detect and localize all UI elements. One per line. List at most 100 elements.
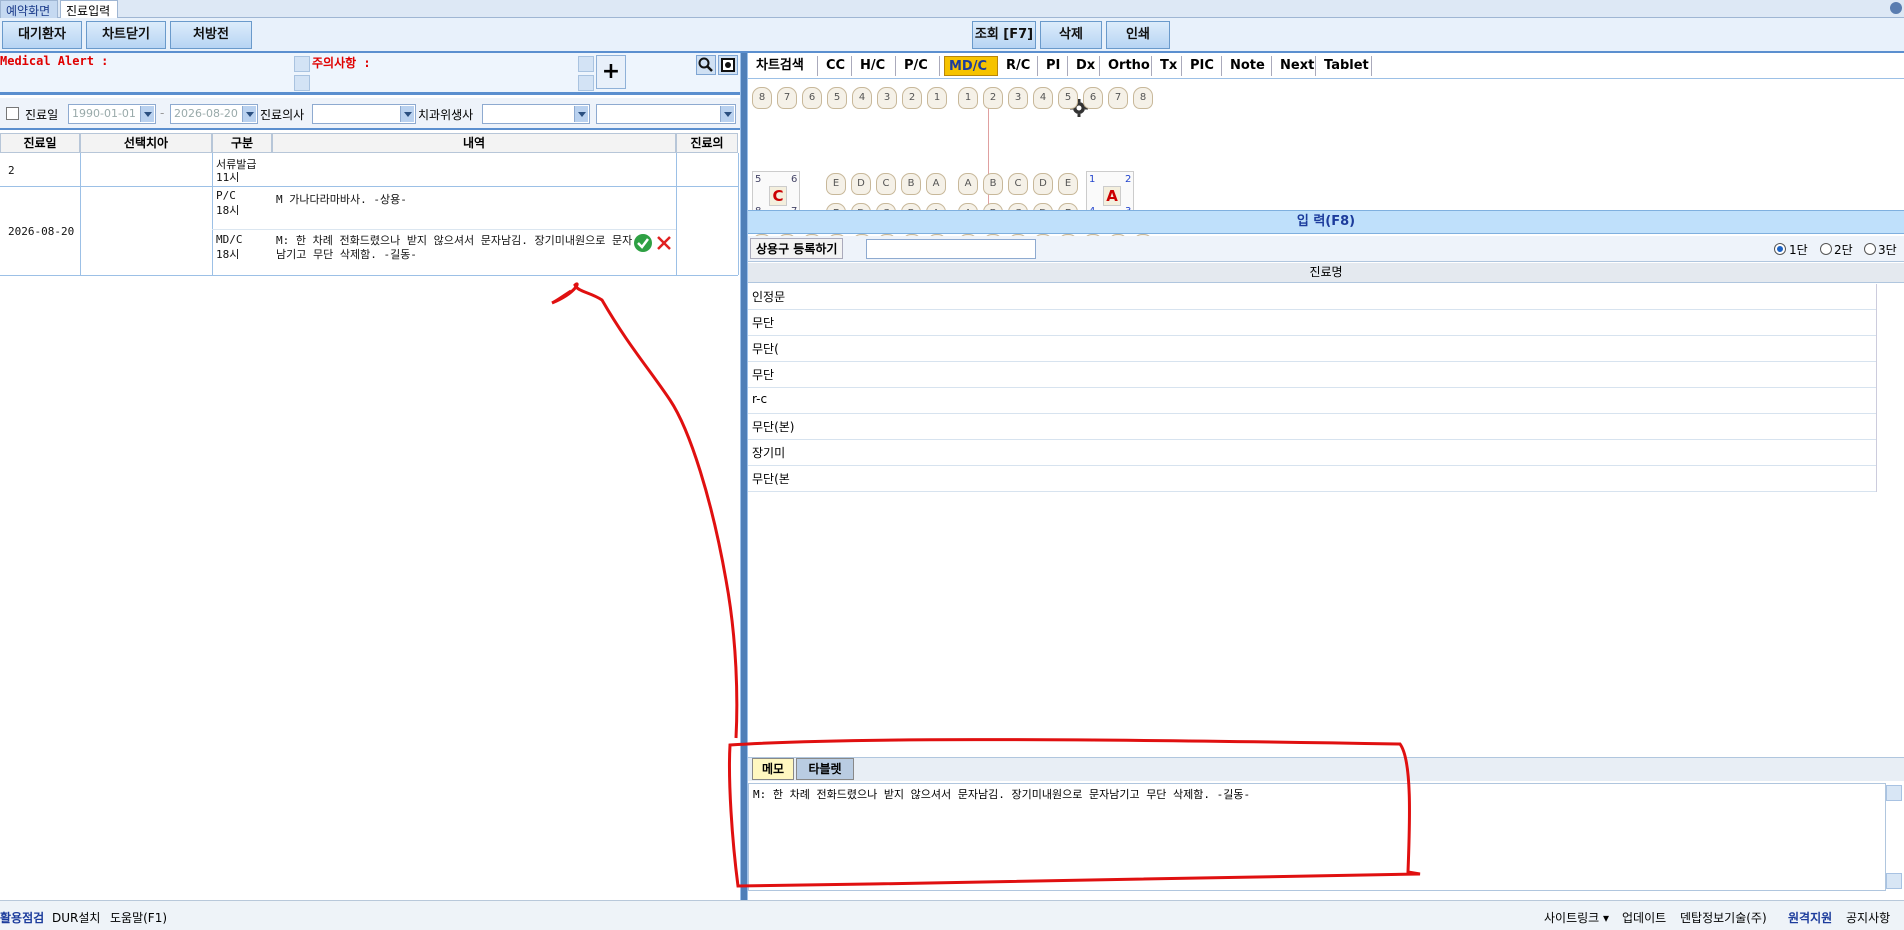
treatment-row[interactable]: 무단(본 [748,466,1876,492]
treatment-row[interactable]: 무단 [748,362,1876,388]
chart-nav-tabs: 차트검색 CC H/C P/C MD/C R/C PI Dx Ortho Tx PIC Note Nex… [748,53,1904,79]
prescription-button[interactable]: 처방전 [170,21,252,49]
doctor-select[interactable] [312,104,416,124]
treatment-row[interactable]: 인정문 [748,284,1876,310]
nav-tab-hc[interactable]: H/C [856,56,896,76]
remote-support-link[interactable]: 원격지원 [1788,909,1832,926]
memo-tabbar: 메모 타블렛 [748,757,1904,781]
company-link[interactable]: 덴탑정보기술(주) [1680,909,1767,926]
nav-tab-rc[interactable]: R/C [1002,56,1038,76]
deciduous-upper-left-tooth[interactable]: B [901,173,921,195]
site-link-dropdown[interactable]: 사이트링크 ▾ [1544,909,1609,926]
upper-right-tooth[interactable]: 3 [1008,87,1028,109]
phrase-input[interactable] [866,239,1036,259]
col-header-type[interactable]: 구분 [212,133,272,153]
hygienist-select[interactable] [482,104,590,124]
caution-label: 주의사항 : [312,56,371,70]
nav-tab-pc[interactable]: P/C [900,56,940,76]
memo-scroll-down-icon[interactable] [1886,873,1902,889]
reject-x-icon[interactable] [655,234,673,252]
upper-left-tooth[interactable]: 2 [902,87,922,109]
upper-left-tooth[interactable]: 5 [827,87,847,109]
upper-right-tooth[interactable]: 5 [1058,87,1078,109]
nav-tab-pic[interactable]: PIC [1186,56,1222,76]
col-header-teeth[interactable]: 선택치아 [80,133,212,153]
tab-chart-input[interactable]: 진료입력 [60,0,118,18]
extra-filter-select[interactable] [596,104,736,124]
upper-right-tooth[interactable]: 1 [958,87,978,109]
deciduous-upper-right-tooth[interactable]: B [983,173,1003,195]
nav-tab-next[interactable]: Next [1276,56,1316,76]
upper-right-tooth[interactable]: 2 [983,87,1003,109]
upper-left-tooth[interactable]: 1 [927,87,947,109]
col-header-detail[interactable]: 내역 [272,133,676,153]
upper-right-tooth[interactable]: 7 [1108,87,1128,109]
print-button[interactable]: 인쇄 [1106,21,1170,49]
update-link[interactable]: 업데이트 [1622,909,1666,926]
nav-tab-tx[interactable]: Tx [1156,56,1182,76]
memo-scroll-up-icon[interactable] [1886,785,1902,801]
upper-left-tooth[interactable]: 3 [877,87,897,109]
window-menu-icon[interactable] [1890,2,1902,14]
col-header-doctor[interactable]: 진료의 [676,133,738,153]
tab-memo[interactable]: 메모 [752,758,794,780]
alert-scroll-up-icon[interactable] [294,56,310,72]
dur-install-link[interactable]: DUR설치 [52,909,100,926]
visit-date-checkbox[interactable] [6,107,19,120]
deciduous-upper-left-tooth[interactable]: C [876,173,896,195]
nav-tab-ortho[interactable]: Ortho [1104,56,1152,76]
approve-check-icon[interactable] [634,234,652,252]
tab-reservation[interactable]: 예약화면 [0,0,58,18]
nav-tab-dx[interactable]: Dx [1072,56,1100,76]
register-phrase-button[interactable]: 상용구 등록하기 [750,238,844,259]
add-alert-button[interactable]: + [596,55,626,89]
upper-right-tooth[interactable]: 8 [1133,87,1153,109]
deciduous-upper-left-tooth[interactable]: A [926,173,946,195]
col-header-date[interactable]: 진료일 [0,133,80,153]
deciduous-upper-left-tooth[interactable]: E [826,173,846,195]
upper-left-tooth[interactable]: 8 [752,87,772,109]
deciduous-upper-right-tooth[interactable]: C [1008,173,1028,195]
treatment-row[interactable]: r-c [748,388,1876,414]
deciduous-upper-right-tooth[interactable]: E [1058,173,1078,195]
upper-left-tooth[interactable]: 7 [777,87,797,109]
caution-scroll-down-icon[interactable] [578,75,594,91]
memo-textarea[interactable]: M: 한 차례 전화드렸으나 받지 않으셔서 문자남김. 장기미내원으로 문자남… [748,783,1886,891]
treatment-row[interactable]: 장기미 [748,440,1876,466]
level-2-radio[interactable] [1820,243,1832,255]
treatment-row[interactable]: 무단(본) [748,414,1876,440]
search-icon[interactable] [696,55,716,75]
close-chart-button[interactable]: 차트닫기 [86,21,166,49]
alert-scroll-down-icon[interactable] [294,75,310,91]
level-1-radio[interactable] [1774,243,1786,255]
nav-tab-tablet[interactable]: Tablet [1320,56,1372,76]
usage-check-link[interactable]: 활용점검 [0,909,44,926]
upper-right-tooth[interactable]: 6 [1083,87,1103,109]
date-to-picker[interactable]: 2026-08-20 [170,104,258,124]
level-3-radio[interactable] [1864,243,1876,255]
nav-tab-cc[interactable]: CC [822,56,852,76]
nav-tab-차트검색[interactable]: 차트검색 [752,56,818,76]
delete-button[interactable]: 삭제 [1040,21,1102,49]
search-f7-button[interactable]: 조회 [F7] [972,21,1036,49]
deciduous-upper-left-tooth[interactable]: D [851,173,871,195]
tab-tablet[interactable]: 타블렛 [796,758,854,780]
nav-tab-note[interactable]: Note [1226,56,1272,76]
nav-tab-pi[interactable]: PI [1042,56,1068,76]
date-from-picker[interactable]: 1990-01-01 [68,104,156,124]
upper-left-tooth[interactable]: 4 [852,87,872,109]
upper-left-tooth[interactable]: 6 [802,87,822,109]
waiting-patients-button[interactable]: 대기환자 [2,21,82,49]
nav-tab-mdc[interactable]: MD/C [944,56,998,76]
upper-right-tooth[interactable]: 4 [1033,87,1053,109]
panel-splitter[interactable] [740,53,748,900]
deciduous-upper-right-tooth[interactable]: D [1033,173,1053,195]
caution-scroll-up-icon[interactable] [578,56,594,72]
notice-link[interactable]: 공지사항 [1846,909,1890,926]
settings-icon[interactable] [718,55,738,75]
treatment-row[interactable]: 무단 [748,310,1876,336]
deciduous-upper-right-tooth[interactable]: A [958,173,978,195]
help-link[interactable]: 도움말(F1) [110,909,167,926]
chevron-down-icon [574,106,588,122]
treatment-row[interactable]: 무단( [748,336,1876,362]
